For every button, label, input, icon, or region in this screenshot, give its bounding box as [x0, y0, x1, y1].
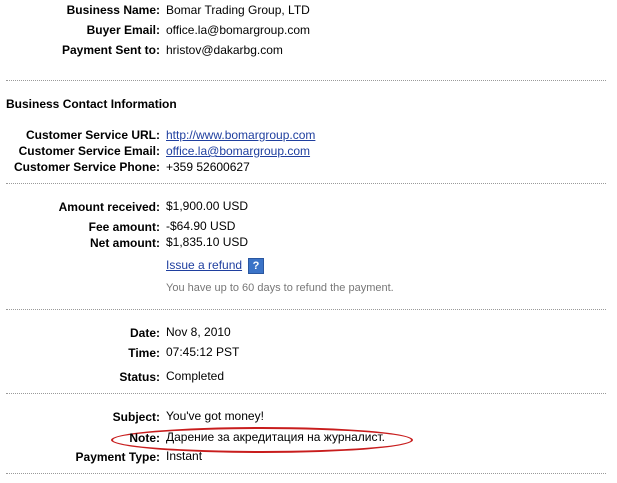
divider [6, 473, 606, 474]
customer-service-phone-value: +359 52600627 [166, 160, 250, 174]
buyer-email-value: office.la@bomargroup.com [166, 23, 311, 37]
net-amount-value: $1,835.10 USD [166, 235, 249, 249]
note-value: Дарение за акредитация на журналист. [166, 430, 385, 444]
divider [6, 183, 606, 184]
customer-service-email-link[interactable]: office.la@bomargroup.com [166, 144, 310, 158]
date-label: Date: [129, 326, 160, 340]
business-name-value: Bomar Trading Group, LTD [166, 3, 310, 17]
amount-received-label: Amount received: [58, 200, 160, 214]
customer-service-url-label: Customer Service URL: [25, 128, 160, 142]
fee-amount-label: Fee amount: [88, 220, 160, 234]
status-label: Status: [119, 370, 160, 384]
payment-type-label: Payment Type: [75, 450, 160, 464]
customer-service-phone-label: Customer Service Phone: [13, 160, 160, 174]
time-value: 07:45:12 PST [166, 345, 240, 359]
status-value: Completed [166, 369, 225, 383]
divider [6, 393, 606, 394]
note-label: Note: [129, 431, 160, 445]
business-name-label: Business Name: [66, 3, 160, 17]
subject-value: You've got money! [166, 409, 264, 423]
payment-type-value: Instant [166, 449, 203, 463]
business-contact-heading: Business Contact Information [6, 97, 177, 111]
fee-amount-value: -$64.90 USD [166, 219, 236, 233]
divider [6, 309, 606, 310]
customer-service-email-label: Customer Service Email: [18, 144, 160, 158]
help-icon[interactable]: ? [248, 258, 264, 274]
amount-received-value: $1,900.00 USD [166, 199, 249, 213]
customer-service-url-link[interactable]: http://www.bomargroup.com [166, 128, 315, 142]
time-label: Time: [128, 346, 160, 360]
buyer-email-label: Buyer Email: [86, 23, 160, 37]
refund-hint-text: You have up to 60 days to refund the pay… [166, 282, 394, 294]
subject-label: Subject: [112, 410, 160, 424]
net-amount-label: Net amount: [90, 236, 160, 250]
divider [6, 80, 606, 81]
issue-refund-link[interactable]: Issue a refund [166, 258, 242, 272]
payment-sent-to-value: hristov@dakarbg.com [166, 43, 283, 57]
payment-sent-to-label: Payment Sent to: [61, 43, 160, 57]
date-value: Nov 8, 2010 [166, 325, 231, 339]
